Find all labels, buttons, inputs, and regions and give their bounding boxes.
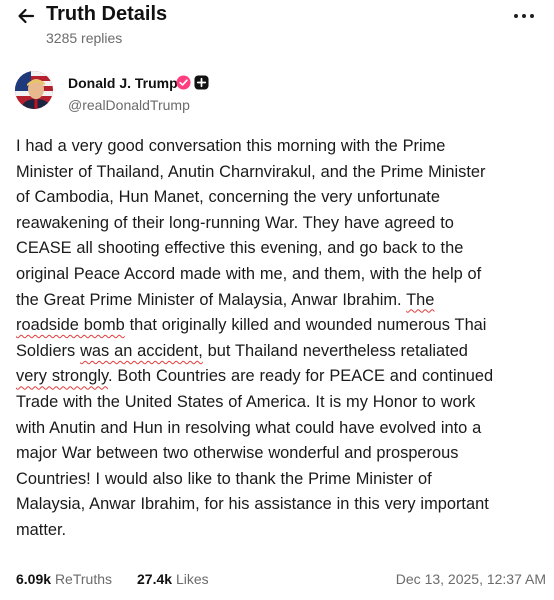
post-line: reawakening of their long-running War. T…	[16, 213, 454, 232]
post-segment: . Both Countries are ready for PEACE and…	[108, 367, 494, 386]
plus-badge-icon	[194, 75, 209, 90]
page-title: Truth Details	[46, 3, 168, 25]
post-line: Trade with the United States of America.…	[16, 392, 476, 411]
retruths-label: ReTruths	[54, 571, 112, 587]
post-segment: but Thailand nevertheless retaliated	[202, 341, 468, 360]
likes-stat[interactable]: 27.4k Likes	[137, 571, 209, 587]
avatar[interactable]	[15, 71, 53, 109]
post-line: CEASE all shooting effective this evenin…	[16, 239, 464, 258]
likes-label: Likes	[175, 571, 209, 587]
avatar-portrait-icon	[15, 71, 53, 109]
annotated-phrase: roadside bomb	[16, 316, 125, 335]
retruths-stat[interactable]: 6.09k ReTruths	[16, 571, 112, 587]
post-timestamp: Dec 13, 2025, 12:37 AM	[395, 571, 546, 587]
post-line: of Cambodia, Hun Manet, concerning the v…	[16, 188, 440, 207]
post-segment: that originally killed and wounded numer…	[124, 316, 487, 335]
author-block: Donald J. Trump @realDonaldTrump	[0, 66, 554, 122]
post-line: Soldiers was an accident, but Thailand n…	[16, 339, 544, 365]
post-segment: Soldiers	[16, 341, 81, 360]
post-line: matter.	[16, 520, 67, 539]
post-line: with Anutin and Hun in resolving what co…	[16, 418, 482, 437]
annotated-phrase: very strongly	[16, 367, 108, 386]
post-line: the Great Prime Minister of Malaysia, An…	[16, 288, 544, 314]
post-line: Malaysia, Anwar Ibrahim, for his assista…	[16, 495, 489, 514]
more-options-icon[interactable]	[510, 8, 538, 24]
author-name[interactable]: Donald J. Trump	[68, 75, 178, 91]
author-handle[interactable]: @realDonaldTrump	[68, 97, 190, 113]
likes-count: 27.4k	[137, 571, 173, 587]
post-text: I had a very good conversation this morn…	[16, 134, 544, 544]
post-line: Minister of Thailand, Anutin Charnviraku…	[16, 162, 486, 181]
annotated-phrase: The	[406, 290, 435, 309]
retruths-count: 6.09k	[16, 571, 52, 587]
verified-badge-icon	[176, 75, 191, 90]
page-header: Truth Details 3285 replies	[0, 0, 554, 54]
post-line: I had a very good conversation this morn…	[16, 137, 446, 155]
post-line: Countries! I would also like to thank th…	[16, 469, 432, 488]
reply-count[interactable]: 3285 replies	[46, 30, 122, 46]
post-line: roadside bomb that originally killed and…	[16, 313, 544, 339]
annotated-phrase: was an accident,	[80, 341, 203, 360]
post-segment: the Great Prime Minister of Malaysia, An…	[16, 290, 407, 309]
post-line: original Peace Accord made with me, and …	[16, 264, 482, 283]
post-line: major War between two otherwise wonderfu…	[16, 444, 459, 463]
back-arrow-icon[interactable]	[16, 6, 36, 26]
post-footer: 6.09k ReTruths 27.4k Likes Dec 13, 2025,…	[0, 568, 554, 592]
post-line: very strongly. Both Countries are ready …	[16, 364, 544, 390]
